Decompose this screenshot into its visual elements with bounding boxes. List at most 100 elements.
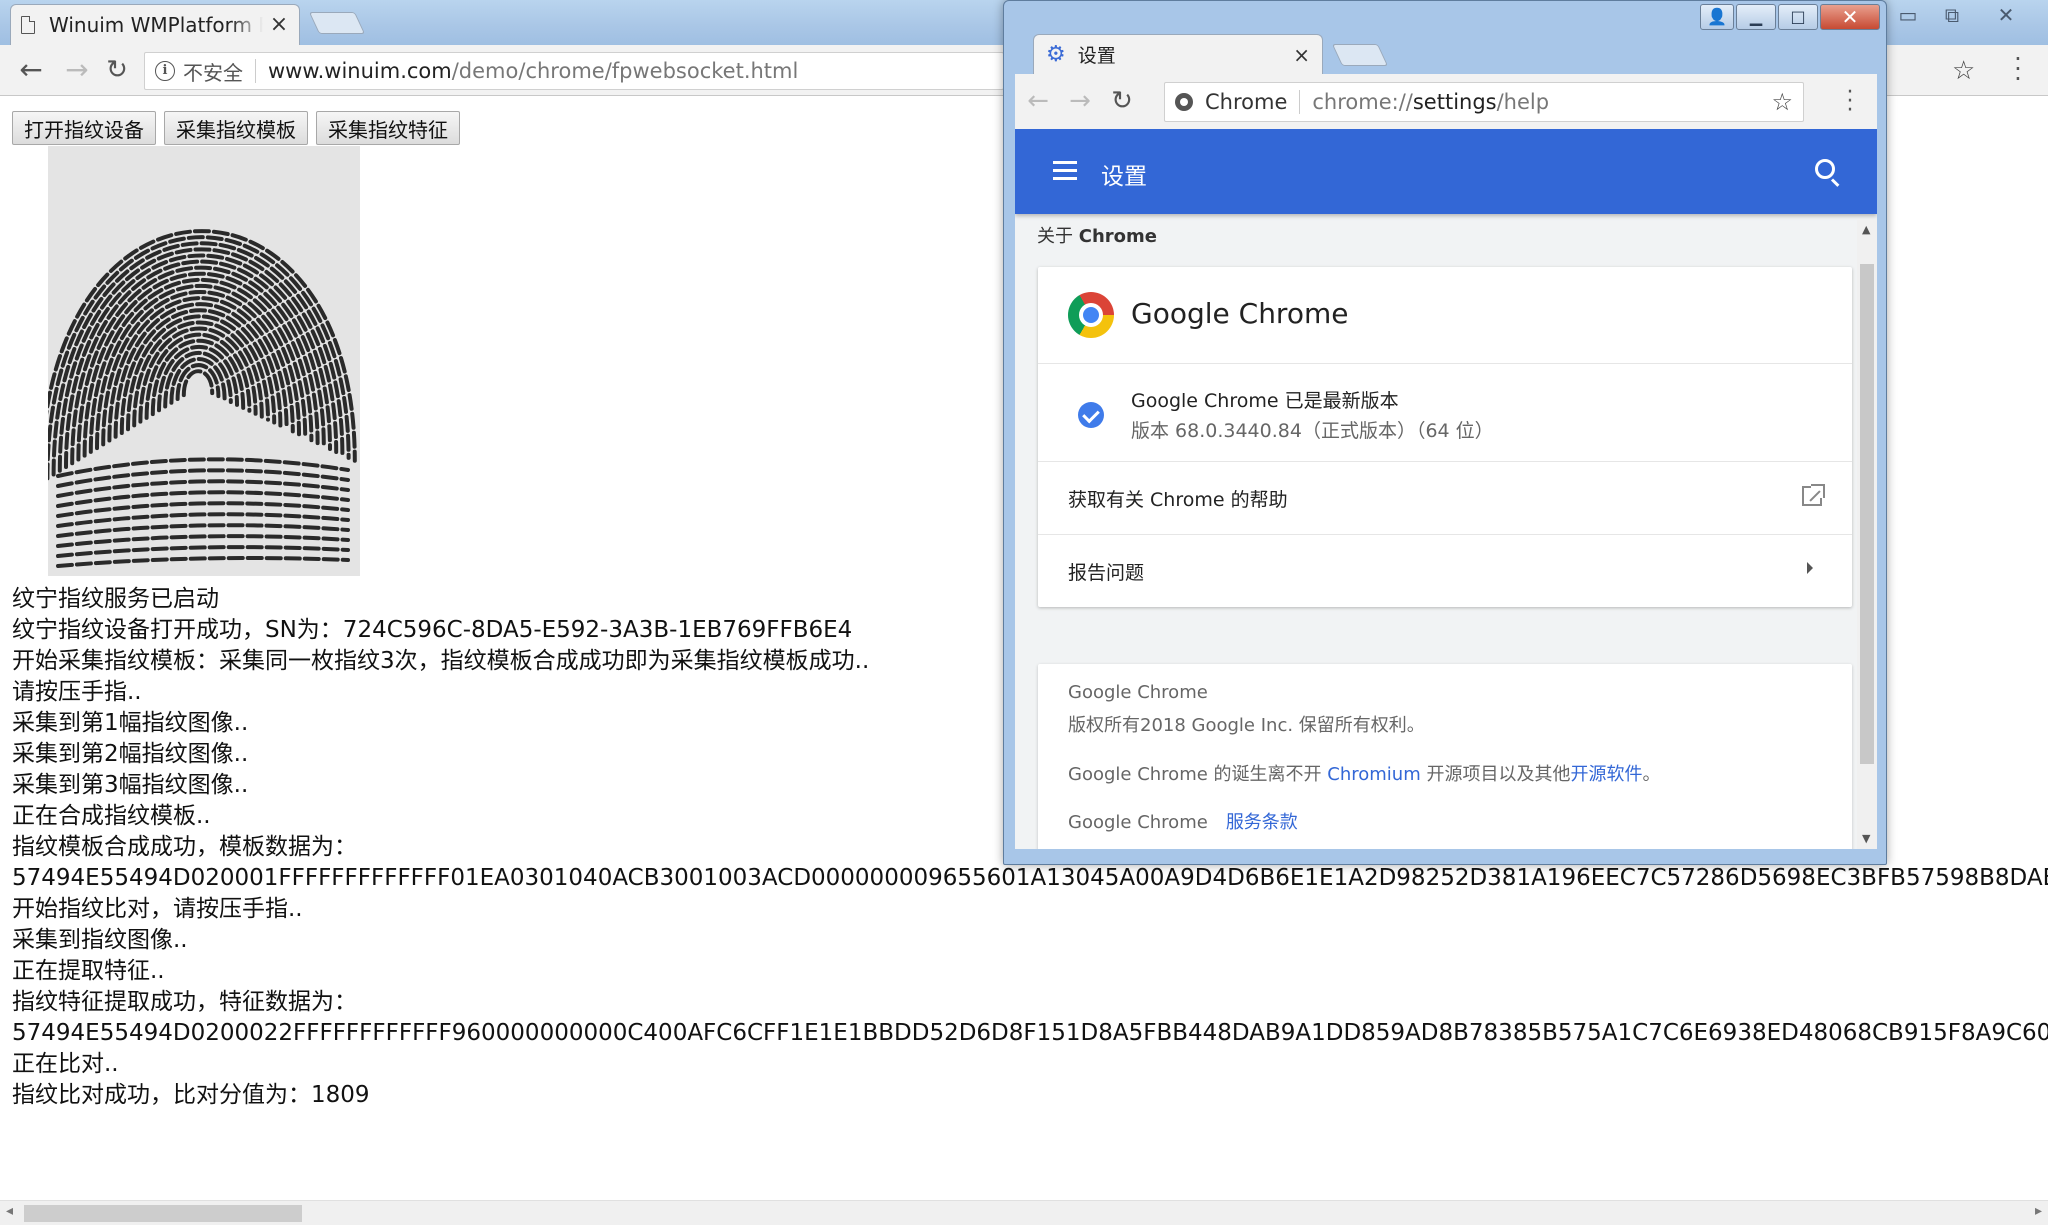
- url-scheme[interactable]: chrome://: [1312, 90, 1412, 114]
- back-arrow-icon[interactable]: ←: [16, 55, 46, 85]
- popup-close-icon[interactable]: ✕: [1820, 4, 1880, 30]
- popup-maximize-icon[interactable]: □: [1778, 4, 1818, 30]
- omnibox-divider: [255, 59, 256, 83]
- popup-reload-icon[interactable]: ↻: [1107, 86, 1137, 116]
- popup-minimize-icon[interactable]: ▁: [1736, 4, 1776, 30]
- forward-arrow-icon[interactable]: →: [62, 55, 92, 85]
- scroll-up-icon[interactable]: ▲: [1862, 223, 1870, 236]
- settings-vertical-scrollbar[interactable]: ▲ ▼: [1857, 219, 1877, 849]
- chromium-link[interactable]: Chromium: [1327, 764, 1420, 785]
- open-device-button[interactable]: 打开指纹设备: [12, 111, 156, 145]
- chrome-page-icon: [1175, 93, 1193, 111]
- settings-page: 设置 关于 Chrome Google Chrome Google Chrome…: [1015, 129, 1877, 849]
- legal-card: Google Chrome 版权所有2018 Google Inc. 保留所有权…: [1038, 664, 1852, 849]
- log-line: 采集到指纹图像..: [12, 927, 188, 953]
- reload-icon[interactable]: ↻: [102, 55, 132, 85]
- scroll-left-icon[interactable]: ◂: [6, 1203, 13, 1219]
- gear-icon: ⚙: [1046, 41, 1066, 67]
- about-prefix: 关于: [1037, 226, 1079, 247]
- main-tab-close-icon[interactable]: ×: [269, 14, 289, 36]
- main-menu-icon[interactable]: · · ·: [2010, 47, 2026, 91]
- capture-template-button[interactable]: 采集指纹模板: [164, 111, 308, 145]
- credits-prefix: Google Chrome 的诞生离不开: [1068, 764, 1328, 785]
- version-text: 版本 68.0.3440.84（正式版本）（64 位）: [1131, 420, 1494, 442]
- check-circle-icon: [1078, 402, 1104, 428]
- scroll-down-icon[interactable]: ▼: [1862, 832, 1870, 845]
- address-bar[interactable]: i 不安全 www.winuim.com/demo/chrome/fpwebso…: [144, 52, 1004, 90]
- popup-forward-icon[interactable]: →: [1065, 86, 1095, 116]
- credits-suffix: 。: [1642, 764, 1661, 785]
- capture-feature-button[interactable]: 采集指纹特征: [316, 111, 460, 145]
- main-new-tab-button[interactable]: [308, 12, 366, 34]
- report-issue-label: 报告问题: [1068, 562, 1145, 584]
- log-line: 指纹特征提取成功，特征数据为：: [12, 989, 357, 1015]
- scroll-right-icon[interactable]: ▸: [2035, 1203, 2042, 1219]
- popup-back-icon[interactable]: ←: [1023, 86, 1053, 116]
- url-host[interactable]: settings: [1413, 90, 1497, 114]
- update-status: Google Chrome 已是最新版本: [1131, 390, 1399, 412]
- info-icon[interactable]: i: [155, 61, 175, 81]
- url-host[interactable]: www.winuim.com: [268, 59, 452, 83]
- update-status-row: Google Chrome 已是最新版本 版本 68.0.3440.84（正式版…: [1038, 363, 1852, 461]
- open-source-link[interactable]: 开源软件: [1570, 764, 1642, 785]
- credits-middle: 开源项目以及其他: [1420, 764, 1571, 785]
- search-icon[interactable]: [1815, 159, 1835, 179]
- settings-header: 设置: [1015, 129, 1877, 214]
- main-minimize-icon[interactable]: ▭: [1888, 2, 1928, 28]
- about-chrome-text: Chrome: [1078, 226, 1157, 247]
- fingerprint-icon: [48, 146, 360, 576]
- popup-new-tab-button[interactable]: [1331, 44, 1389, 66]
- external-link-icon: [1802, 484, 1825, 506]
- popup-bookmark-star-icon[interactable]: ☆: [1771, 88, 1793, 116]
- settings-title: 设置: [1101, 164, 1147, 190]
- action-button-bar: 打开指纹设备 采集指纹模板 采集指纹特征: [12, 111, 460, 145]
- settings-scrollbar-thumb[interactable]: [1860, 264, 1874, 764]
- fingerprint-image: [48, 146, 360, 576]
- log-line: 正在比对..: [12, 1051, 119, 1077]
- log-line: 开始指纹比对，请按压手指..: [12, 896, 303, 922]
- product-name: Google Chrome: [1131, 297, 1349, 330]
- product-row: Google Chrome: [1038, 267, 1852, 363]
- report-issue-row[interactable]: 报告问题: [1038, 534, 1852, 607]
- main-close-icon[interactable]: ✕: [1986, 2, 2026, 28]
- popup-window-controls: 👤 ▁ □ ✕: [1700, 4, 1880, 30]
- feature-data: 57494E55494D0200022FFFFFFFFFFFF960000000…: [12, 1020, 2048, 1046]
- omnibox-origin-label: Chrome: [1205, 90, 1288, 114]
- tos-product-name: Google Chrome: [1068, 812, 1208, 833]
- horizontal-scrollbar[interactable]: ◂ ▸: [0, 1200, 2048, 1225]
- footer-product-name: Google Chrome: [1068, 682, 1208, 703]
- main-maximize-icon[interactable]: ⧉: [1932, 2, 1972, 28]
- copyright-text: 版权所有2018 Google Inc. 保留所有权利。: [1068, 715, 1425, 736]
- log-line: 正在提取特征..: [12, 958, 165, 984]
- template-data: 57494E55494D020001FFFFFFFFFFFFF01EA03010…: [12, 865, 2048, 891]
- bookmark-star-icon[interactable]: ☆: [1952, 56, 1975, 86]
- about-card: Google Chrome Google Chrome 已是最新版本 版本 68…: [1038, 267, 1852, 607]
- hamburger-menu-icon[interactable]: [1053, 161, 1077, 181]
- omnibox-divider: [1299, 90, 1301, 114]
- match-result: 指纹比对成功，比对分值为：1809: [12, 1082, 370, 1108]
- chrome-logo-icon: [1068, 292, 1114, 338]
- get-help-row[interactable]: 获取有关 Chrome 的帮助: [1038, 461, 1852, 534]
- terms-of-service-link[interactable]: 服务条款: [1226, 812, 1298, 833]
- settings-window: 👤 ▁ □ ✕ ⚙ 设置 × ← → ↻ Chrome chrome://set…: [1003, 0, 1887, 865]
- settings-tab-title: 设置: [1077, 45, 1116, 67]
- url-path[interactable]: /help: [1497, 90, 1549, 114]
- settings-tab-close-icon[interactable]: ×: [1293, 43, 1310, 67]
- desktop: Winuim WMPlatform Fi × ▭ ⧉ ✕ ← → ↻ i 不安全…: [0, 0, 2048, 1225]
- popup-menu-icon[interactable]: · · ·: [1843, 82, 1857, 122]
- chevron-right-icon: [1807, 562, 1813, 574]
- scrollbar-thumb[interactable]: [24, 1205, 302, 1222]
- credits-text: Google Chrome 的诞生离不开 Chromium 开源项目以及其他开源…: [1068, 760, 1660, 786]
- popup-toolbar: ← → ↻ Chrome chrome://settings/help ☆ · ·…: [1015, 74, 1877, 129]
- main-tab-title: Winuim WMPlatform Fi: [49, 13, 263, 37]
- tos-row: Google Chrome 服务条款: [1068, 808, 1298, 834]
- about-heading: 关于 Chrome: [1037, 222, 1157, 248]
- security-label[interactable]: 不安全: [183, 57, 243, 86]
- popup-address-bar[interactable]: Chrome chrome://settings/help ☆: [1164, 82, 1804, 122]
- url-path[interactable]: /demo/chrome/fpwebsocket.html: [452, 59, 799, 83]
- get-help-label: 获取有关 Chrome 的帮助: [1068, 489, 1288, 511]
- main-tab[interactable]: Winuim WMPlatform Fi ×: [10, 4, 300, 45]
- settings-tab[interactable]: ⚙ 设置 ×: [1033, 34, 1323, 74]
- page-icon: [21, 16, 35, 34]
- profile-icon[interactable]: 👤: [1700, 4, 1734, 30]
